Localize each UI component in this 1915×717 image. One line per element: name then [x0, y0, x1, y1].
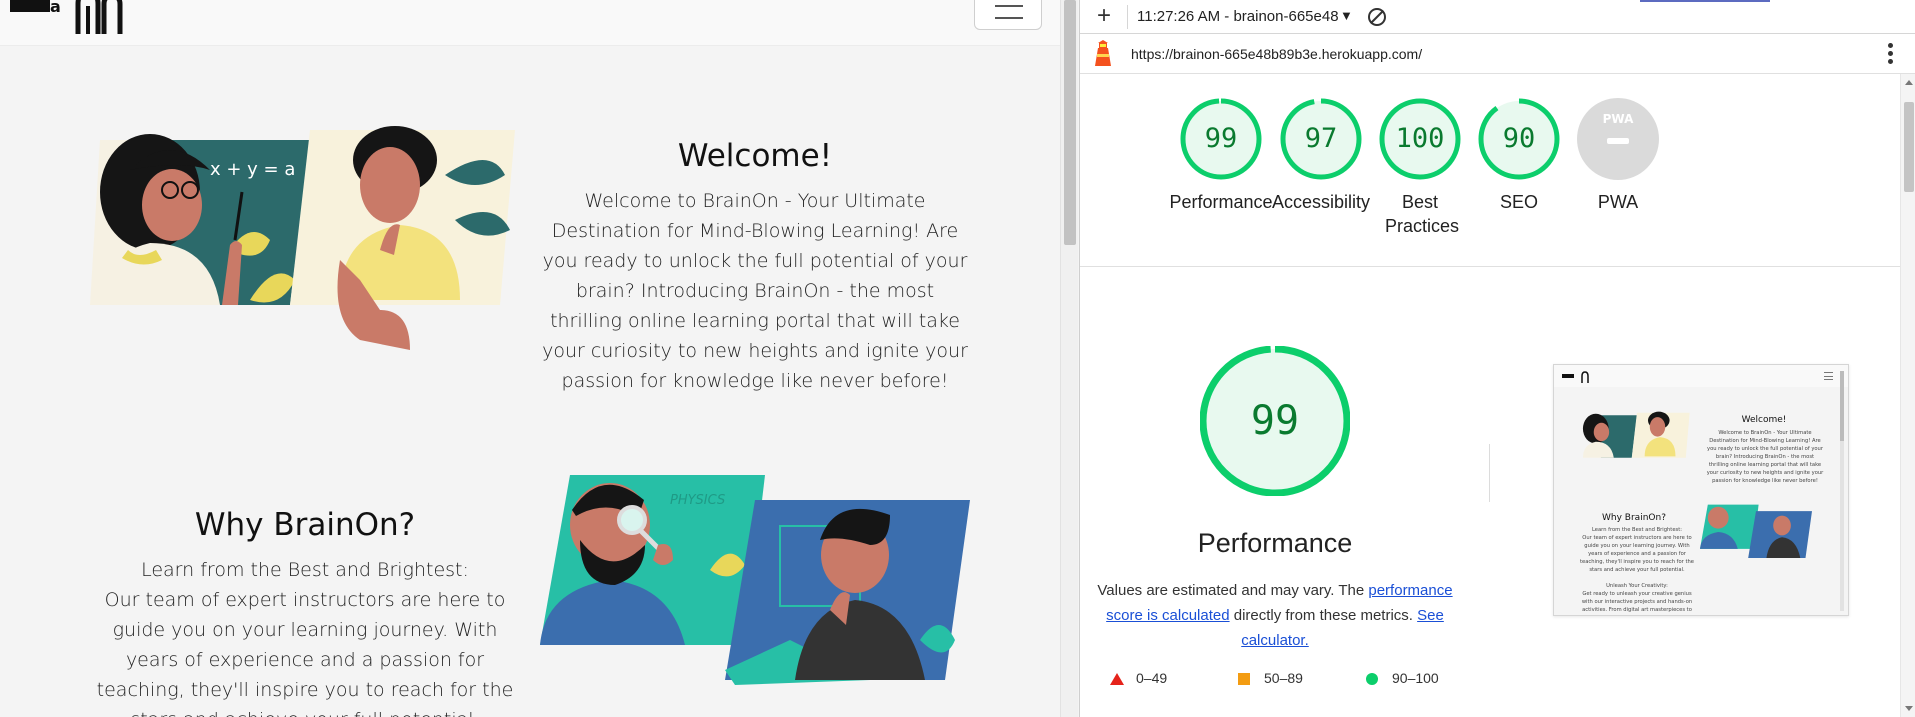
thumbnail-illustration-1	[1582, 411, 1690, 458]
why-line: guide you on your learning journey. With	[112, 619, 498, 641]
hamburger-icon	[995, 5, 1023, 7]
report-scrollbar[interactable]	[1900, 74, 1915, 717]
why-line: stars and achieve your full potential.	[90, 705, 520, 717]
website-scrollbar[interactable]	[1060, 0, 1078, 717]
welcome-line: passion for knowledge like never before!	[561, 370, 949, 392]
legend-pass: 90–100	[1366, 670, 1439, 686]
gauge-score: 100	[1395, 123, 1445, 154]
performance-description: Values are estimated and may vary. The p…	[1097, 578, 1453, 653]
hamburger-menu-button[interactable]	[974, 0, 1042, 30]
site-navbar: a	[0, 0, 1060, 46]
gauge-label: PWA	[1597, 192, 1639, 212]
score-legend: 0–49 50–89 90–100	[1110, 670, 1510, 694]
gauge-label: Accessibility	[1271, 192, 1371, 212]
gauge-label: Performance	[1169, 192, 1273, 212]
lighthouse-panel: + 11:27:26 AM - brainon-665e48 ▼ https:/…	[1079, 0, 1915, 717]
thumbnail-why-title: Why BrainOn?	[1602, 513, 1666, 523]
why-line: Our team of expert instructors are here …	[104, 589, 506, 611]
why-brainon-title: Why BrainOn?	[194, 507, 416, 543]
orange-square-icon	[1238, 673, 1250, 686]
welcome-line: you ready to unlock the full potential o…	[542, 250, 968, 272]
red-triangle-icon	[1110, 673, 1124, 686]
lighthouse-icon	[1095, 40, 1111, 66]
gauge-score: 99	[1204, 123, 1238, 154]
thumbnail-why-text: Learn from the Best and Brightest: Our t…	[1580, 527, 1694, 613]
legend-pass-range: 90–100	[1392, 670, 1439, 686]
section-divider	[1080, 266, 1900, 267]
scroll-down-arrow-icon[interactable]	[1905, 706, 1913, 711]
lighthouse-report: 99 Performance 97 Accessibility 100 Best Prac…	[1080, 74, 1900, 717]
brainon-logo[interactable]: a	[8, 0, 136, 34]
gauge-accessibility[interactable]: 97 Accessibility	[1266, 98, 1376, 214]
welcome-line: Welcome to BrainOn - Your Ultimate	[584, 190, 926, 212]
svg-text:a: a	[50, 0, 61, 16]
welcome-text: Welcome to BrainOn - Your Ultimate Desti…	[535, 186, 975, 396]
tab-accent-line	[1640, 0, 1770, 2]
report-scrollbar-thumb[interactable]	[1904, 102, 1914, 192]
thumbnail-navbar	[1554, 365, 1848, 387]
thumbnail-welcome-text: Welcome to BrainOn - Your Ultimate Desti…	[1706, 430, 1824, 484]
gauge-pwa[interactable]: PWA PWA	[1563, 98, 1673, 214]
gauge-ring: 97	[1280, 98, 1362, 180]
toolbar-divider	[1127, 5, 1128, 29]
final-screenshot-thumbnail[interactable]: Welcome! Welcome to BrainOn - Your Ultim…	[1553, 364, 1849, 616]
website-viewport: a x + y = a Welcome! Welcome to BrainOn …	[0, 0, 1060, 717]
gauge-best-practices[interactable]: 100 Best Practices	[1365, 98, 1475, 238]
triangle-down-icon[interactable]: ▼	[1340, 8, 1353, 23]
gauge-ring: PWA	[1577, 98, 1659, 180]
welcome-line: Destination for Mind-Blowing Learning! A…	[551, 220, 959, 242]
thumbnail-scrollbar	[1840, 371, 1844, 611]
gauge-ring: 90	[1478, 98, 1560, 180]
gauge-score: 90	[1502, 123, 1536, 154]
lighthouse-toolbar: + 11:27:26 AM - brainon-665e48 ▼	[1080, 0, 1915, 34]
performance-main-score: 99	[1250, 398, 1300, 444]
website-scrollbar-thumb[interactable]	[1064, 0, 1076, 245]
thumbnail-logo	[1562, 371, 1589, 383]
gauge-label: Best Practices	[1385, 192, 1460, 236]
welcome-line: thrilling online learning portal that wi…	[550, 310, 960, 332]
pwa-badge-text: PWA	[1602, 112, 1634, 126]
block-icon[interactable]	[1368, 8, 1386, 26]
vertical-divider	[1489, 444, 1490, 502]
thumbnail-illustration-2	[1700, 504, 1812, 559]
why-line: Learn from the Best and Brightest:	[141, 559, 469, 581]
legend-average: 50–89	[1238, 670, 1303, 686]
welcome-line: brain? Introducing BrainOn - the most	[575, 280, 935, 302]
physics-label-text: PHYSICS	[670, 493, 725, 508]
thumbnail-hamburger-icon	[1824, 372, 1833, 380]
hamburger-icon-bar	[995, 17, 1023, 19]
gauge-label: SEO	[1499, 192, 1538, 212]
why-line: years of experience and a passion for	[125, 649, 485, 671]
legend-fail-range: 0–49	[1136, 670, 1168, 686]
physics-students-illustration: PHYSICS	[540, 475, 970, 685]
why-line: teaching, they'll inspire you to reach f…	[96, 679, 514, 701]
legend-fail: 0–49	[1110, 670, 1167, 686]
report-url-bar: https://brainon-665e48b89b3e.herokuapp.c…	[1080, 34, 1915, 74]
green-circle-icon	[1366, 673, 1378, 686]
gauge-ring: 100	[1379, 98, 1461, 180]
kebab-icon[interactable]	[1886, 43, 1894, 65]
gauge-performance[interactable]: 99 Performance	[1166, 98, 1276, 214]
welcome-line: your curiosity to new heights and ignite…	[542, 340, 968, 362]
report-selector[interactable]: 11:27:26 AM - brainon-665e48	[1137, 8, 1339, 25]
formula-text: x + y = a	[210, 159, 295, 180]
welcome-title: Welcome!	[677, 138, 833, 174]
gauge-seo[interactable]: 90 SEO	[1464, 98, 1574, 214]
thumbnail-welcome-title: Welcome!	[1741, 415, 1787, 425]
performance-main-title: Performance	[1197, 528, 1353, 558]
report-url-text: https://brainon-665e48b89b3e.herokuapp.c…	[1131, 46, 1423, 62]
legend-average-range: 50–89	[1264, 670, 1303, 686]
description-text: Values are estimated and may vary. The	[1097, 582, 1369, 599]
gauge-score: 97	[1304, 123, 1338, 154]
plus-icon[interactable]: +	[1092, 4, 1116, 29]
description-text: directly from these metrics.	[1229, 607, 1418, 624]
scroll-up-arrow-icon[interactable]	[1905, 80, 1913, 85]
why-brainon-text: Learn from the Best and Brightest: Our t…	[90, 555, 520, 717]
gauge-ring: 99	[1180, 98, 1262, 180]
pwa-badge-icon	[1577, 98, 1659, 180]
teacher-student-illustration: x + y = a	[90, 126, 515, 350]
